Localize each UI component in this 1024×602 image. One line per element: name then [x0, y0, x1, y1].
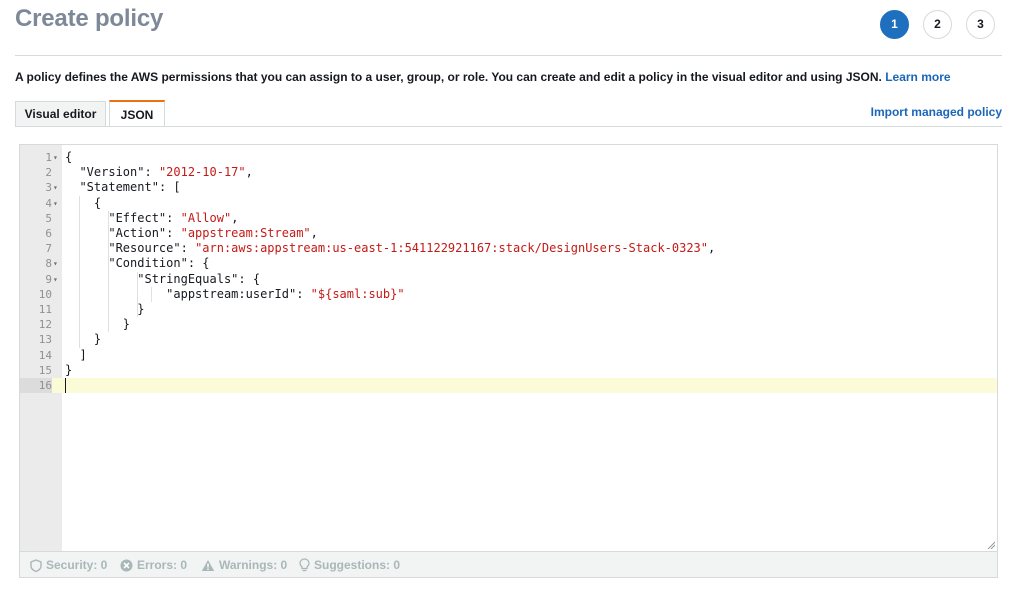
code-text: "StringEquals": {: [137, 271, 261, 286]
code-line[interactable]: 1 ▾ {: [20, 150, 997, 165]
line-number: 4: [45, 196, 52, 210]
indent-guide: [108, 210, 109, 333]
description-text: A policy defines the AWS permissions tha…: [15, 70, 882, 84]
code-line[interactable]: 9 ▾ "StringEquals": {: [20, 272, 997, 287]
header-divider: [15, 55, 1002, 56]
warnings-status[interactable]: Warnings: 0: [201, 557, 287, 573]
error-icon: [120, 559, 133, 571]
fold-toggle-icon[interactable]: ▾: [53, 196, 61, 211]
security-count: Security: 0: [46, 558, 108, 572]
code-text: "Statement": [: [79, 180, 181, 195]
lightbulb-icon: [299, 558, 310, 572]
line-number: 1: [45, 151, 52, 164]
code-text: "Version": "2012-10-17",: [79, 165, 253, 180]
code-text: {: [65, 195, 102, 210]
page-title: Create policy: [15, 5, 164, 32]
fold-toggle-icon[interactable]: ▾: [53, 272, 61, 287]
indent-guide: [137, 271, 138, 318]
import-managed-policy-link[interactable]: Import managed policy: [871, 105, 1002, 119]
text-cursor: [65, 378, 66, 393]
security-status[interactable]: Security: 0: [30, 557, 107, 573]
code-line[interactable]: 12 }: [20, 317, 997, 332]
step-3[interactable]: 3: [966, 10, 995, 39]
line-number: 3: [45, 181, 52, 195]
code-text: }: [65, 362, 73, 377]
json-editor[interactable]: 1 ▾{2 "Version": "2012-10-17", 3 ▾ "Stateme…: [19, 144, 998, 552]
code-line[interactable]: 5 "Effect": "Allow",: [20, 211, 997, 226]
code-text: ]: [65, 347, 87, 362]
line-number: 12: [38, 318, 52, 332]
code-line[interactable]: 7 "Resource": "arn:aws:appstream:us-east…: [20, 241, 997, 256]
code-text: "Effect": "Allow",: [108, 210, 239, 225]
line-number: 5: [45, 211, 52, 225]
line-number: 8: [45, 257, 52, 271]
code-line[interactable]: 10 "appstream:userId": "${saml:sub}": [20, 287, 997, 302]
line-number: 10: [38, 287, 52, 301]
indent-guide: [151, 286, 152, 302]
indent-guide: [79, 195, 80, 348]
fold-toggle-icon[interactable]: ▾: [53, 150, 61, 165]
code-line[interactable]: 6 "Action": "appstream:Stream",: [20, 226, 997, 241]
suggestions-count: Suggestions: 0: [314, 558, 401, 572]
validation-status-bar: Security: 0 Errors: 0 Warnings: 0 Sugges…: [19, 552, 998, 578]
line-number: 2: [45, 166, 52, 180]
code-text: "Condition": {: [108, 256, 210, 271]
code-line[interactable]: 13 }: [20, 332, 997, 347]
errors-status[interactable]: Errors: 0: [120, 557, 187, 573]
code-text: {: [65, 150, 73, 164]
line-number: 7: [45, 242, 52, 256]
tab-json[interactable]: JSON: [109, 100, 165, 127]
code-line[interactable]: 16: [20, 378, 997, 394]
line-number: 6: [45, 227, 52, 240]
learn-more-link[interactable]: Learn more: [885, 70, 950, 84]
code-line[interactable]: 15}: [20, 363, 997, 378]
line-number: 11: [38, 303, 52, 316]
code-text: "Resource": "arn:aws:appstream:us-east-1…: [108, 241, 716, 256]
code-text: }: [65, 317, 131, 332]
code-line[interactable]: 2 "Version": "2012-10-17",: [20, 165, 997, 180]
code-line[interactable]: 14 ]: [20, 348, 997, 363]
code-line[interactable]: 8 ▾ "Condition": {: [20, 256, 997, 271]
step-1[interactable]: 1: [880, 10, 909, 39]
resize-handle-icon[interactable]: [987, 541, 995, 549]
step-2[interactable]: 2: [923, 10, 952, 39]
code-line[interactable]: 11 }: [20, 302, 997, 317]
code-line[interactable]: 3 ▾ "Statement": [: [20, 180, 997, 195]
shield-icon: [30, 558, 42, 572]
warnings-count: Warnings: 0: [219, 558, 288, 572]
errors-count: Errors: 0: [137, 558, 188, 572]
code-text: }: [65, 302, 145, 316]
code-text: "Action": "appstream:Stream",: [108, 226, 318, 240]
tab-visual-editor[interactable]: Visual editor: [15, 101, 106, 126]
fold-toggle-icon[interactable]: ▾: [53, 180, 61, 195]
tabs-divider: [15, 126, 1002, 127]
line-number: 13: [38, 333, 52, 347]
code-line[interactable]: 4 ▾ {: [20, 196, 997, 211]
line-number: 15: [38, 363, 52, 377]
code-text: "appstream:userId": "${saml:sub}": [166, 286, 405, 301]
suggestions-status[interactable]: Suggestions: 0: [299, 557, 400, 573]
line-number: 16: [20, 378, 52, 394]
line-number: 9: [45, 272, 52, 286]
policy-description: A policy defines the AWS permissions tha…: [15, 70, 951, 84]
warning-icon: [201, 559, 215, 571]
line-number: 14: [38, 348, 52, 362]
fold-toggle-icon[interactable]: ▾: [53, 256, 61, 271]
code-text: }: [65, 332, 102, 347]
